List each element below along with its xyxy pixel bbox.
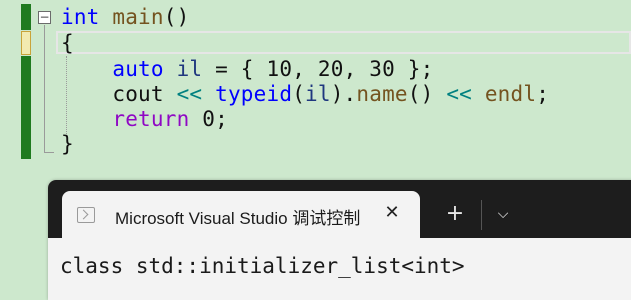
code-token: { <box>61 31 74 55</box>
current-line-highlight <box>56 31 631 54</box>
code-token: cout <box>61 82 177 106</box>
code-token: }; <box>394 57 434 81</box>
fold-guide <box>44 25 45 153</box>
collapse-icon[interactable]: − <box>38 11 51 24</box>
code-line[interactable]: { <box>61 30 74 56</box>
code-line[interactable]: int main() <box>61 4 189 30</box>
code-token: typeid <box>215 82 293 106</box>
code-token: int <box>61 5 100 29</box>
code-token: 30 <box>369 57 395 81</box>
terminal-icon <box>77 207 95 223</box>
code-token: 20 <box>317 57 344 81</box>
tab-title: Microsoft Visual Studio 调试控制台 <box>115 209 362 228</box>
code-token: 10 <box>266 57 293 81</box>
console-window[interactable]: Microsoft Visual Studio 调试控制台 ✕ + ⌵ clas… <box>48 180 631 300</box>
code-token: << <box>176 82 203 106</box>
console-area[interactable]: class std::initializer_list<int> <box>48 238 631 300</box>
code-token: = { <box>202 57 267 81</box>
change-marker-saved <box>21 4 31 30</box>
code-token: ( <box>292 82 306 106</box>
code-token: () <box>163 5 190 29</box>
code-token: << <box>446 82 472 106</box>
tab-divider <box>481 200 482 230</box>
code-token: il <box>305 82 331 106</box>
code-token: , <box>292 57 318 81</box>
code-line[interactable]: cout << typeid(il).name() << endl; <box>61 81 549 107</box>
close-icon[interactable]: ✕ <box>380 201 404 225</box>
code-line[interactable]: return 0; <box>61 106 228 132</box>
code-token: endl <box>484 82 537 106</box>
code-token: ; <box>536 82 550 106</box>
code-token: , <box>343 57 370 81</box>
change-marker-unsaved <box>21 31 31 55</box>
code-token: ). <box>330 82 357 106</box>
console-output: class std::initializer_list<int> <box>60 254 465 278</box>
code-token: name <box>356 82 408 106</box>
chevron-down-icon[interactable]: ⌵ <box>489 200 517 228</box>
fold-guide-end <box>44 152 54 153</box>
code-token: main <box>112 5 164 29</box>
code-line[interactable]: auto il = { 10, 20, 30 }; <box>61 56 433 82</box>
code-token: return <box>112 107 190 131</box>
code-token: () <box>407 82 447 106</box>
code-token: il <box>176 57 203 81</box>
tab-strip: Microsoft Visual Studio 调试控制台 ✕ + ⌵ <box>48 180 631 239</box>
tab-console[interactable]: Microsoft Visual Studio 调试控制台 ✕ <box>62 191 420 239</box>
new-tab-button[interactable]: + <box>441 200 469 228</box>
code-token: 0; <box>189 107 228 131</box>
code-token: auto <box>112 57 164 81</box>
code-token: } <box>61 132 74 156</box>
change-marker-saved <box>21 56 31 159</box>
code-line[interactable]: } <box>61 131 74 157</box>
